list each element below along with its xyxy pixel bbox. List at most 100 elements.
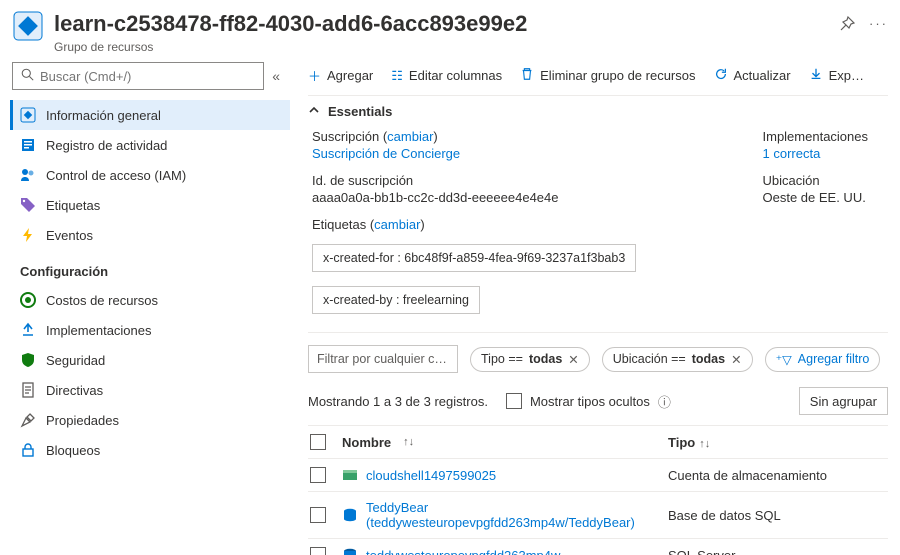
sql-database-icon [342, 507, 358, 523]
download-icon [809, 67, 823, 84]
essentials-panel: Suscripción (cambiar) Suscripción de Con… [308, 129, 888, 314]
events-icon [20, 227, 36, 243]
subscription-link[interactable]: Suscripción de Concierge [312, 146, 703, 161]
sidebar-item-label: Directivas [46, 383, 103, 398]
columns-icon: ☷ [391, 68, 403, 84]
subscription-id-label: Id. de suscripción [312, 173, 703, 188]
resource-type: SQL Server [668, 548, 888, 555]
close-icon[interactable]: ✕ [731, 352, 741, 367]
table-row[interactable]: teddywesteuropevpgfdd263mp4w SQL Server [308, 538, 888, 555]
filter-field-input[interactable]: Filtrar por cualquier c… [308, 345, 458, 373]
close-icon[interactable]: ✕ [568, 352, 578, 367]
add-filter-icon: ⁺▽ [776, 352, 792, 367]
sort-icon: ↑↓ [403, 436, 414, 448]
column-header-type[interactable]: Tipo↑↓ [668, 435, 888, 450]
sidebar-item-label: Eventos [46, 228, 93, 243]
sidebar-item-activity-log[interactable]: Registro de actividad [10, 130, 290, 160]
sidebar-item-label: Bloqueos [46, 443, 100, 458]
policies-icon [20, 382, 36, 398]
sidebar-item-iam[interactable]: Control de acceso (IAM) [10, 160, 290, 190]
row-checkbox[interactable] [310, 507, 326, 523]
search-icon [21, 68, 34, 84]
sql-server-icon [342, 547, 358, 555]
deployments-link[interactable]: 1 correcta [763, 146, 869, 161]
search-field[interactable] [40, 69, 255, 84]
locks-icon [20, 442, 36, 458]
add-button[interactable]: ＋Agregar [308, 66, 373, 85]
table-row[interactable]: TeddyBear (teddywesteuropevpgfdd263mp4w/… [308, 491, 888, 538]
column-header-name[interactable]: Nombre↑↓ [342, 435, 668, 450]
refresh-button[interactable]: Actualizar [714, 67, 791, 84]
subscription-label: Suscripción [312, 129, 379, 144]
sidebar-item-label: Registro de actividad [46, 138, 167, 153]
sidebar-item-locks[interactable]: Bloqueos [10, 435, 290, 465]
filter-pill-location[interactable]: Ubicación == todas✕ [602, 347, 753, 372]
row-checkbox[interactable] [310, 467, 326, 483]
resource-link[interactable]: teddywesteuropevpgfdd263mp4w [366, 548, 560, 555]
row-checkbox[interactable] [310, 547, 326, 555]
resource-group-icon [12, 10, 44, 42]
location-label: Ubicación [763, 173, 869, 188]
more-icon[interactable]: ··· [869, 16, 888, 35]
sidebar-item-label: Implementaciones [46, 323, 152, 338]
sidebar-item-label: Etiquetas [46, 198, 100, 213]
sidebar-item-label: Control de acceso (IAM) [46, 168, 186, 183]
sidebar-item-label: Costos de recursos [46, 293, 158, 308]
sidebar-item-policies[interactable]: Directivas [10, 375, 290, 405]
pin-icon[interactable] [839, 16, 855, 35]
sidebar-item-properties[interactable]: Propiedades [10, 405, 290, 435]
select-all-checkbox[interactable] [310, 434, 326, 450]
location-value: Oeste de EE. UU. [763, 190, 869, 205]
sidebar-item-label: Seguridad [46, 353, 105, 368]
tags-icon [20, 197, 36, 213]
sort-icon: ↑↓ [699, 438, 710, 450]
deployments-label: Implementaciones [763, 129, 869, 144]
sidebar-item-overview[interactable]: Información general [10, 100, 290, 130]
edit-columns-button[interactable]: ☷Editar columnas [391, 68, 502, 84]
change-subscription-link[interactable]: cambiar [387, 129, 433, 144]
tags-label: Etiquetas [312, 217, 366, 232]
content-area: ＋Agregar ☷Editar columnas Eliminar grupo… [290, 58, 900, 555]
deployments-icon [20, 322, 36, 338]
sidebar-item-label: Información general [46, 108, 161, 123]
essentials-toggle[interactable]: Essentials [308, 95, 888, 129]
security-icon [20, 352, 36, 368]
resource-table: Nombre↑↓ Tipo↑↓ cloudshell1497599025 Cue… [308, 425, 888, 555]
delete-rg-button[interactable]: Eliminar grupo de recursos [520, 67, 695, 84]
sidebar-section-config: Configuración [10, 250, 290, 285]
table-row[interactable]: cloudshell1497599025 Cuenta de almacenam… [308, 458, 888, 491]
overview-icon [20, 107, 36, 123]
resource-type: Cuenta de almacenamiento [668, 468, 888, 483]
refresh-icon [714, 67, 728, 84]
sidebar-item-deployments[interactable]: Implementaciones [10, 315, 290, 345]
sidebar-item-security[interactable]: Seguridad [10, 345, 290, 375]
show-hidden-checkbox[interactable] [506, 393, 522, 409]
search-input[interactable] [12, 62, 264, 90]
showing-count: Mostrando 1 a 3 de 3 registros. [308, 394, 488, 409]
tag-pill[interactable]: x-created-by : freelearning [312, 286, 480, 314]
sidebar: « Información general Registro de activi… [0, 58, 290, 555]
sidebar-item-costs[interactable]: Costos de recursos [10, 285, 290, 315]
page-title: learn-c2538478-ff82-4030-add6-6acc893e99… [54, 10, 839, 38]
chevron-up-icon [308, 104, 320, 119]
collapse-sidebar-icon[interactable]: « [272, 68, 280, 84]
trash-icon [520, 67, 534, 84]
info-icon[interactable]: ⓘ [658, 392, 671, 411]
storage-account-icon [342, 467, 358, 483]
subscription-id-value: aaaa0a0a-bb1b-cc2c-dd3d-eeeeee4e4e4e [312, 190, 703, 205]
resource-link[interactable]: TeddyBear (teddywesteuropevpgfdd263mp4w/… [366, 500, 668, 530]
export-button[interactable]: Exp… [809, 67, 864, 84]
iam-icon [20, 167, 36, 183]
sidebar-item-tags[interactable]: Etiquetas [10, 190, 290, 220]
properties-icon [20, 412, 36, 428]
sidebar-item-events[interactable]: Eventos [10, 220, 290, 250]
group-by-select[interactable]: Sin agrupar [799, 387, 888, 415]
add-filter-button[interactable]: ⁺▽Agregar filtro [765, 347, 881, 372]
filter-pill-type[interactable]: Tipo == todas✕ [470, 347, 590, 372]
change-tags-link[interactable]: cambiar [374, 217, 420, 232]
plus-icon: ＋ [308, 66, 321, 85]
page-header: learn-c2538478-ff82-4030-add6-6acc893e99… [0, 0, 900, 58]
resource-link[interactable]: cloudshell1497599025 [366, 468, 496, 483]
sidebar-item-label: Propiedades [46, 413, 119, 428]
tag-pill[interactable]: x-created-for : 6bc48f9f-a859-4fea-9f69-… [312, 244, 636, 272]
